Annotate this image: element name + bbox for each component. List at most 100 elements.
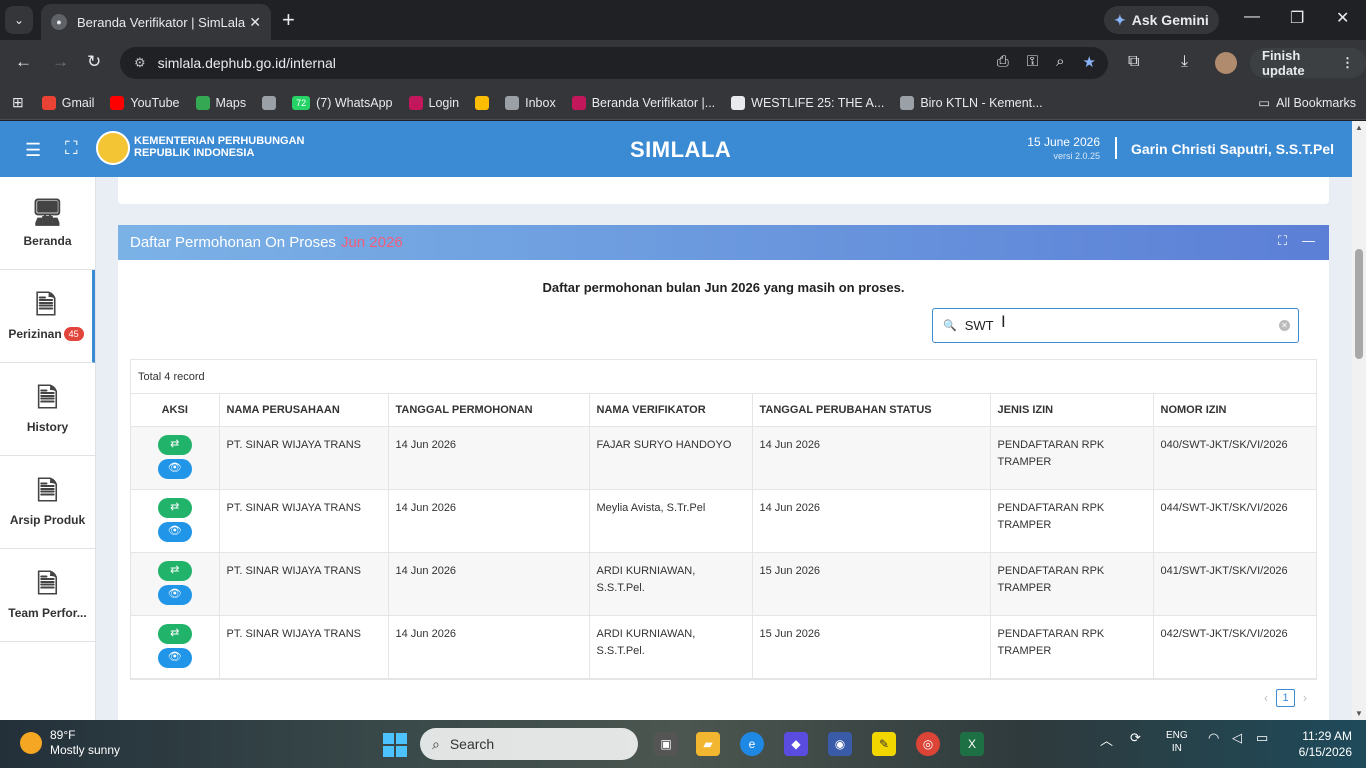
- collapse-icon[interactable]: —: [1302, 233, 1315, 248]
- column-header-nomor-izin[interactable]: NOMOR IZIN: [1153, 394, 1316, 427]
- change-status-button[interactable]: ⇄: [157, 434, 192, 455]
- scroll-down-icon[interactable]: ▼: [1355, 709, 1363, 718]
- close-window-icon[interactable]: ✕: [1336, 8, 1349, 28]
- maps-icon: [195, 95, 210, 110]
- windows-taskbar: 89°F Mostly sunny ⌕ Search ▣ ▰ e ◆ ◉ ✎ ◎…: [0, 720, 1366, 768]
- view-detail-button[interactable]: 👁: [157, 458, 192, 479]
- jenis-izin-cell: PENDAFTARAN RPK TRAMPER: [990, 552, 1154, 616]
- sidebar-item-arsip-produk[interactable]: 🗎 Arsip Produk: [0, 456, 95, 549]
- bookmark-star-icon[interactable]: ★: [1083, 53, 1096, 71]
- view-detail-button[interactable]: 👁: [157, 584, 192, 605]
- kebab-menu-icon: ⋮: [1341, 55, 1354, 70]
- site-info-icon[interactable]: ⚙: [134, 55, 146, 71]
- ministry-name: KEMENTERIAN PERHUBUNGAN REPUBLIK INDONES…: [134, 135, 305, 159]
- change-status-button[interactable]: ⇄: [157, 497, 192, 518]
- all-bookmarks[interactable]: ▭ All Bookmarks: [1258, 95, 1356, 111]
- excel-icon[interactable]: X: [960, 732, 984, 756]
- sidebar-item-team-performance[interactable]: 🗎 Team Perfor...: [0, 549, 95, 642]
- clear-search-icon[interactable]: ✕: [1279, 320, 1290, 331]
- password-key-icon[interactable]: ⚿: [1027, 53, 1038, 71]
- reload-icon[interactable]: ↻: [87, 52, 101, 72]
- clock-date: 6/15/2026: [1298, 745, 1352, 759]
- apps-grid-icon[interactable]: ⊞: [12, 94, 24, 111]
- forward-icon[interactable]: →: [52, 52, 69, 72]
- battery-icon[interactable]: ▭: [1256, 730, 1268, 746]
- bookmark-item[interactable]: YouTube: [110, 95, 180, 110]
- downloads-icon[interactable]: ⤓: [1181, 53, 1188, 71]
- page-scrollbar[interactable]: ▲ ▼: [1352, 121, 1366, 720]
- column-header-nama-verifikator[interactable]: NAMA VERIFIKATOR: [589, 394, 753, 427]
- scroll-up-icon[interactable]: ▲: [1355, 123, 1363, 132]
- minimize-icon[interactable]: —: [1244, 8, 1260, 26]
- profile-avatar[interactable]: [1215, 52, 1237, 74]
- column-header-tanggal-perubahan-status[interactable]: TANGGAL PERUBAHAN STATUS: [752, 394, 991, 427]
- bookmark-item[interactable]: Biro KTLN - Kement...: [900, 95, 1043, 110]
- camera-icon[interactable]: ◉: [828, 732, 852, 756]
- windows-start-icon[interactable]: [383, 733, 407, 757]
- nomor-izin-cell: 040/SWT-JKT/SK/VI/2026: [1153, 426, 1316, 490]
- sidebar-item-beranda[interactable]: 🖥 Beranda: [0, 177, 95, 270]
- taskbar-clock[interactable]: 11:29 AM 6/15/2026: [1299, 728, 1352, 760]
- change-status-button[interactable]: ⇄: [157, 623, 192, 644]
- tray-overflow-icon[interactable]: ︿: [1100, 730, 1113, 749]
- hamburger-menu-icon[interactable]: ☰: [25, 140, 41, 161]
- address-bar[interactable]: ⚙ simlala.dephub.go.id/internal ⎙ ⚿ ⌕ ★: [120, 47, 1108, 79]
- clock-time: 11:29 AM: [1302, 729, 1352, 743]
- taskbar-search[interactable]: ⌕ Search: [420, 728, 638, 760]
- volume-icon[interactable]: ◁: [1232, 730, 1242, 746]
- new-tab-button[interactable]: +: [282, 8, 295, 32]
- install-app-icon[interactable]: ⎙: [997, 53, 1009, 71]
- back-icon[interactable]: ←: [15, 52, 32, 72]
- fullscreen-icon[interactable]: ⛶: [65, 138, 78, 159]
- file-explorer-icon[interactable]: ▰: [696, 732, 720, 756]
- copilot-icon[interactable]: ◆: [784, 732, 808, 756]
- bookmark-item[interactable]: [262, 95, 277, 110]
- close-tab-icon[interactable]: ✕: [249, 14, 261, 31]
- aksi-cell: ⇄ 👁: [131, 615, 220, 679]
- view-detail-button[interactable]: 👁: [157, 647, 192, 668]
- bookmark-item[interactable]: Login: [408, 95, 460, 110]
- search-input[interactable]: 🔍 SWT ✕: [932, 308, 1299, 343]
- task-view-icon[interactable]: ▣: [654, 732, 678, 756]
- sticky-notes-icon[interactable]: ✎: [872, 732, 896, 756]
- bookmark-item[interactable]: 72 (7) WhatsApp: [292, 95, 393, 110]
- sync-icon[interactable]: ⟳: [1130, 730, 1141, 746]
- bookmark-label: Login: [428, 95, 460, 110]
- column-header-tanggal-permohonan[interactable]: TANGGAL PERMOHONAN: [388, 394, 590, 427]
- change-status-button[interactable]: ⇄: [157, 560, 192, 581]
- extensions-icon[interactable]: ⧉: [1128, 53, 1139, 71]
- ministry-logo: [96, 131, 130, 165]
- bookmark-item[interactable]: Gmail: [41, 95, 94, 110]
- edge-icon[interactable]: e: [740, 732, 764, 756]
- zoom-icon[interactable]: ⌕: [1056, 53, 1064, 71]
- finish-update-button[interactable]: Finish update ⋮: [1250, 48, 1366, 78]
- page-number-button[interactable]: 1: [1276, 689, 1295, 707]
- maximize-icon[interactable]: ❐: [1290, 8, 1304, 28]
- bookmark-item[interactable]: Inbox: [505, 95, 556, 110]
- language-primary: ENG: [1166, 730, 1188, 741]
- permohonan-table: Total 4 record AKSI NAMA PERUSAHAAN TANG…: [130, 359, 1317, 680]
- scrollbar-thumb[interactable]: [1355, 249, 1363, 359]
- chrome-icon[interactable]: ◎: [916, 732, 940, 756]
- prev-page-icon[interactable]: ‹: [1264, 691, 1268, 705]
- bookmark-item[interactable]: Maps: [195, 95, 246, 110]
- page-icon: [731, 95, 746, 110]
- bookmark-item[interactable]: Beranda Verifikator |...: [571, 95, 715, 110]
- wifi-icon[interactable]: ◠: [1208, 730, 1219, 746]
- view-detail-button[interactable]: 👁: [157, 521, 192, 542]
- sidebar-item-history[interactable]: 🗎 History: [0, 363, 95, 456]
- expand-icon[interactable]: ⛶: [1278, 233, 1287, 249]
- user-name[interactable]: Garin Christi Saputri, S.S.T.Pel: [1131, 141, 1334, 157]
- weather-widget[interactable]: 89°F Mostly sunny: [20, 728, 120, 758]
- browser-tab[interactable]: ● Beranda Verifikator | SimLala ✕: [41, 4, 271, 40]
- sidebar-item-perizinan[interactable]: 🗎 Perizinan 45: [0, 270, 95, 363]
- tab-search-button[interactable]: ⌄: [5, 6, 33, 34]
- ask-gemini-button[interactable]: ✦ Ask Gemini: [1104, 6, 1219, 34]
- language-indicator[interactable]: ENG IN: [1166, 729, 1188, 755]
- column-header-nama-perusahaan[interactable]: NAMA PERUSAHAAN: [219, 394, 389, 427]
- panel-header: Daftar Permohonan On Proses Jun 2026 ⛶ —: [118, 225, 1329, 260]
- bookmark-item[interactable]: WESTLIFE 25: THE A...: [731, 95, 884, 110]
- column-header-jenis-izin[interactable]: JENIS IZIN: [990, 394, 1154, 427]
- next-page-icon[interactable]: ›: [1303, 691, 1307, 705]
- bookmark-item[interactable]: [475, 95, 490, 110]
